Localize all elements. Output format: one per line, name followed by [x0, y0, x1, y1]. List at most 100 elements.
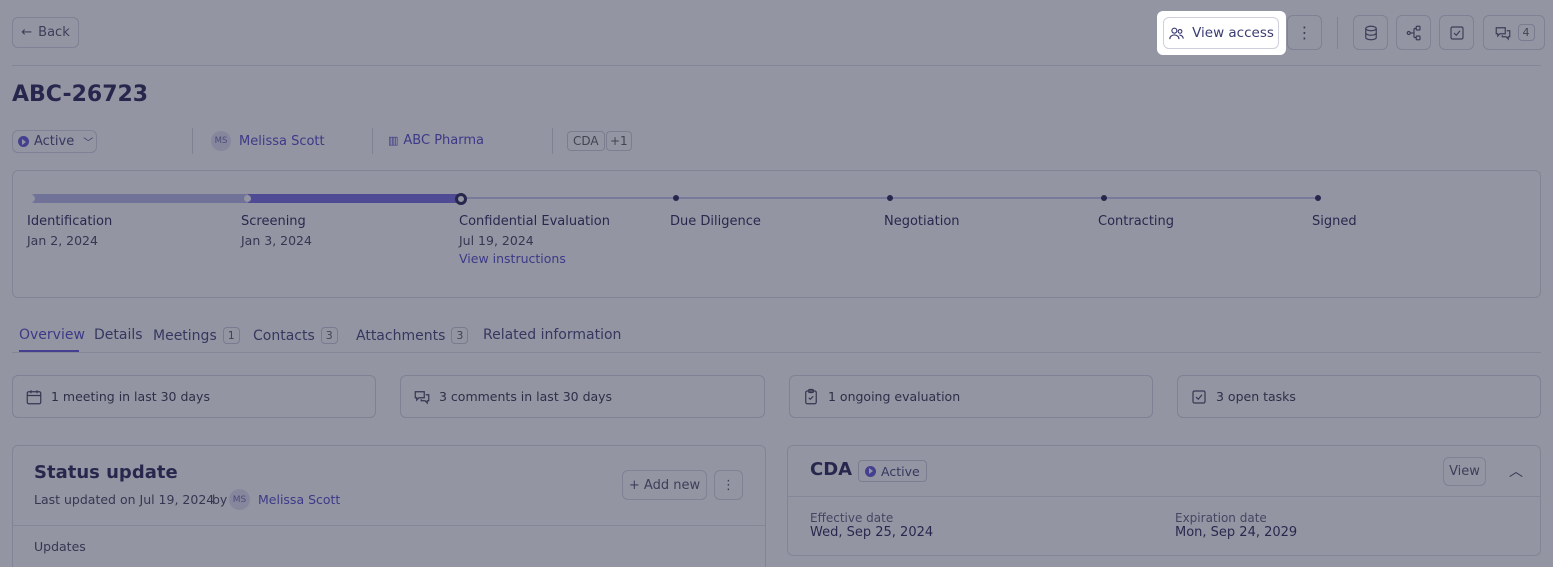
header-divider — [12, 65, 1541, 66]
checkbox-icon — [1192, 389, 1206, 404]
status-dropdown[interactable]: Active ﹀ — [12, 130, 97, 153]
by-text: by — [212, 492, 228, 507]
last-updated-text: Last updated on Jul 19, 2024 — [34, 492, 215, 507]
database-button[interactable] — [1353, 15, 1388, 50]
tab-count-badge: 3 — [451, 327, 469, 344]
status-update-title: Status update — [34, 462, 178, 483]
building-icon: ▥ — [388, 134, 399, 147]
cda-view-button[interactable]: View — [1443, 457, 1486, 486]
collapse-chevron-up-icon[interactable]: ︿ — [1509, 461, 1523, 481]
owner-link[interactable]: MS Melissa Scott — [211, 131, 325, 151]
stage-date: Jan 3, 2024 — [241, 233, 312, 248]
add-new-button[interactable]: + Add new — [622, 470, 707, 500]
tab-details[interactable]: Details — [94, 327, 143, 343]
tasks-button[interactable] — [1439, 15, 1474, 50]
comments-count: 4 — [1517, 24, 1535, 41]
tab-related-information[interactable]: Related information — [483, 327, 621, 343]
kebab-icon: ⋮ — [722, 477, 735, 493]
status-more-button[interactable]: ⋮ — [714, 470, 743, 500]
status-update-divider — [13, 525, 765, 526]
back-label: Back — [38, 25, 70, 40]
cda-status-label: Active — [881, 463, 920, 479]
tab-meetings[interactable]: Meetings 1 — [153, 327, 240, 344]
summary-card-tasks[interactable]: 3 open tasks — [1177, 375, 1541, 418]
summary-card-comments[interactable]: 3 comments in last 30 days — [400, 375, 765, 418]
stage-dot-signed — [1315, 195, 1321, 201]
checkbox-icon — [1449, 25, 1464, 40]
stage-dot-contracting — [1101, 195, 1107, 201]
view-access-button[interactable]: View access — [1163, 17, 1279, 49]
stage-dot-due-diligence — [673, 195, 679, 201]
stage-label: Confidential Evaluation — [459, 214, 610, 229]
company-name: ABC Pharma — [403, 133, 484, 148]
tag-more-chip[interactable]: +1 — [606, 131, 632, 151]
effective-date-label: Effective date — [810, 511, 894, 525]
chevron-down-icon: ﹀ — [83, 138, 94, 149]
tab-label: Meetings — [153, 327, 217, 344]
view-access-label: View access — [1192, 25, 1274, 41]
summary-text: 3 open tasks — [1216, 389, 1296, 404]
company-link[interactable]: ▥ ABC Pharma — [388, 133, 484, 148]
updates-label: Updates — [34, 539, 86, 554]
status-label: Active — [34, 134, 75, 149]
stage-label: Signed — [1312, 214, 1357, 229]
stage-dot-current — [455, 193, 467, 205]
stage-dot-identification — [28, 195, 35, 202]
cda-status-badge: Active — [858, 460, 927, 482]
stage-label: Due Diligence — [670, 214, 761, 229]
stage-date: Jan 2, 2024 — [27, 233, 98, 248]
tab-label: Related information — [483, 327, 622, 343]
comments-icon — [414, 390, 430, 404]
meta-divider-3 — [552, 128, 553, 154]
stage-dot-screening — [244, 195, 251, 202]
tab-count-badge: 1 — [222, 327, 240, 344]
more-actions-button[interactable]: ⋮ — [1287, 15, 1322, 50]
tab-attachments[interactable]: Attachments 3 — [356, 327, 469, 344]
toolbar-divider — [1337, 17, 1338, 49]
progress-track-active — [248, 194, 462, 203]
author-avatar: MS — [229, 489, 250, 510]
tab-label: Attachments — [356, 327, 446, 344]
meta-divider-1 — [192, 128, 193, 154]
clipboard-icon — [805, 388, 817, 404]
page: ← Back ⋮ 4 ABC-26723 Active ﹀ MS Melissa… — [0, 0, 1553, 567]
stage-dot-negotiation — [887, 195, 893, 201]
workflow-icon — [1406, 25, 1421, 40]
author-link[interactable]: Melissa Scott — [258, 492, 340, 507]
database-icon — [1364, 25, 1377, 40]
calendar-icon — [26, 389, 42, 404]
users-icon — [1169, 27, 1184, 39]
summary-text: 1 meeting in last 30 days — [51, 389, 210, 404]
meta-divider-2 — [372, 128, 373, 154]
workflow-button[interactable] — [1396, 15, 1431, 50]
summary-text: 1 ongoing evaluation — [828, 389, 961, 404]
summary-card-meetings[interactable]: 1 meeting in last 30 days — [12, 375, 376, 418]
tab-count-badge: 3 — [320, 327, 338, 344]
kebab-icon: ⋮ — [1296, 22, 1313, 42]
summary-card-evaluation[interactable]: 1 ongoing evaluation — [789, 375, 1153, 418]
stage-label: Identification — [27, 214, 113, 229]
back-button[interactable]: ← Back — [12, 17, 79, 48]
owner-name: Melissa Scott — [239, 133, 325, 149]
tab-label: Contacts — [253, 327, 315, 344]
summary-text: 3 comments in last 30 days — [439, 389, 613, 404]
expiration-date-value: Mon, Sep 24, 2029 — [1175, 525, 1298, 540]
view-instructions-link[interactable]: View instructions — [459, 251, 566, 266]
arrow-left-icon: ← — [21, 25, 33, 40]
tab-label: Details — [94, 327, 143, 343]
comments-button[interactable]: 4 — [1483, 15, 1545, 50]
play-circle-icon — [865, 465, 876, 477]
cda-divider — [788, 496, 1540, 497]
expiration-date-label: Expiration date — [1175, 511, 1267, 525]
tab-overview[interactable]: Overview — [19, 327, 85, 343]
stage-label: Screening — [241, 214, 306, 229]
play-circle-icon — [18, 136, 29, 147]
stage-label: Negotiation — [884, 214, 960, 229]
avatar: MS — [211, 131, 231, 151]
tab-label: Overview — [19, 327, 85, 343]
stage-label: Contracting — [1098, 214, 1175, 229]
tabs-divider — [12, 352, 1541, 353]
tab-contacts[interactable]: Contacts 3 — [253, 327, 338, 344]
tag-chip[interactable]: CDA — [567, 131, 605, 151]
cda-title: CDA — [810, 459, 853, 480]
